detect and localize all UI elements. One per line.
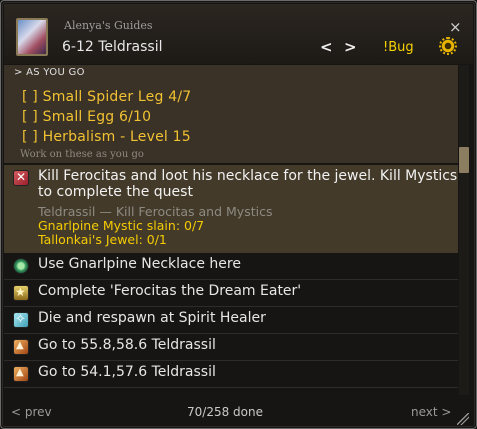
- trophy-icon: [13, 285, 29, 301]
- step-row[interactable]: Use Gnarlpine Necklace here: [4, 253, 458, 280]
- step-list: Kill Ferocitas and loot his necklace for…: [4, 165, 458, 388]
- addon-title: Alenya's Guides: [64, 19, 153, 32]
- step-goal: Tallonkai's Jewel: 0/1: [38, 232, 167, 247]
- as-you-go-header[interactable]: > AS YOU GO: [14, 67, 85, 78]
- as-you-go-item[interactable]: [ ] Herbalism - Level 15: [22, 129, 191, 145]
- guide-header: Alenya's Guides 6-12 Teldrassil < > !Bug…: [4, 4, 473, 64]
- scrollbar-thumb[interactable]: [459, 147, 469, 173]
- step-row[interactable]: Die and respawn at Spirit Healer: [4, 307, 458, 334]
- next-step-button[interactable]: next >: [411, 405, 451, 419]
- step-row[interactable]: Go to 55.8,58.6 Teldrassil: [4, 334, 458, 361]
- kill-icon: [13, 170, 29, 186]
- progress-count: 70/258 done: [187, 405, 263, 419]
- step-zone: Teldrassil — Kill Ferocitas and Mystics: [38, 204, 273, 219]
- step-text: Go to 54.1,57.6 Teldrassil: [38, 364, 216, 380]
- goto-icon: [13, 339, 29, 355]
- next-guide-button[interactable]: >: [344, 38, 357, 56]
- as-you-go-section: > AS YOU GO [ ] Small Spider Leg 4/7 [ ]…: [4, 65, 458, 163]
- resize-handle[interactable]: [457, 413, 469, 425]
- as-you-go-item[interactable]: [ ] Small Spider Leg 4/7: [22, 89, 191, 105]
- previous-guide-button[interactable]: <: [320, 38, 333, 56]
- step-text: Die and respawn at Spirit Healer: [38, 310, 266, 326]
- scrollbar[interactable]: [459, 65, 469, 395]
- step-row[interactable]: Go to 54.1,57.6 Teldrassil: [4, 361, 458, 388]
- step-row[interactable]: Complete 'Ferocitas the Dream Eater': [4, 280, 458, 307]
- spirit-healer-icon: [13, 312, 29, 328]
- step-goal: Gnarlpine Mystic slain: 0/7: [38, 218, 205, 233]
- step-text: Use Gnarlpine Necklace here: [38, 256, 241, 272]
- guide-footer: < prev 70/258 done next >: [4, 399, 473, 425]
- gear-icon[interactable]: [439, 37, 457, 55]
- as-you-go-item[interactable]: [ ] Small Egg 6/10: [22, 109, 151, 125]
- use-item-icon: [13, 258, 29, 274]
- step-row-active[interactable]: Kill Ferocitas and loot his necklace for…: [4, 165, 458, 253]
- guide-name[interactable]: 6-12 Teldrassil: [62, 39, 163, 55]
- report-bug-button[interactable]: !Bug: [383, 40, 414, 55]
- guide-window: Alenya's Guides 6-12 Teldrassil < > !Bug…: [0, 0, 477, 429]
- step-text: Go to 55.8,58.6 Teldrassil: [38, 337, 216, 353]
- goto-icon: [13, 366, 29, 382]
- step-text: Complete 'Ferocitas the Dream Eater': [38, 283, 302, 299]
- step-text: Kill Ferocitas and loot his necklace for…: [38, 168, 458, 200]
- close-button[interactable]: ×: [449, 18, 462, 36]
- character-portrait-icon: [16, 18, 48, 56]
- as-you-go-footer: Work on these as you go: [20, 149, 144, 160]
- prev-step-button[interactable]: < prev: [11, 405, 52, 419]
